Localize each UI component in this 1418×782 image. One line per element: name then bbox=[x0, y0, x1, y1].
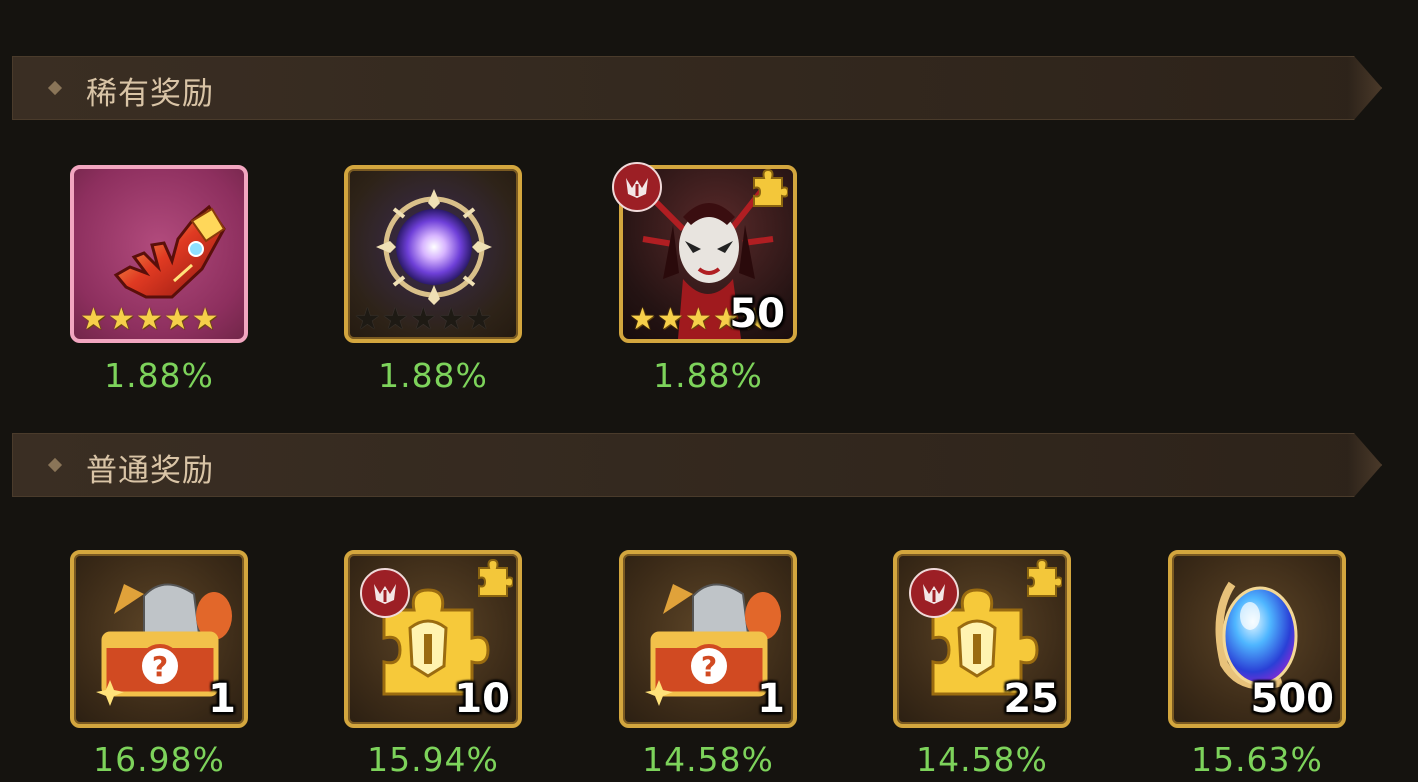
diamond-bullet-icon bbox=[48, 81, 62, 95]
item-count: 1 bbox=[757, 676, 785, 722]
section-title: 普通奖励 bbox=[86, 453, 214, 489]
common-rewards-header: 普通奖励 bbox=[12, 433, 1382, 497]
star-icon: ★ bbox=[191, 302, 219, 337]
reward-item-blue-gem[interactable]: 500 bbox=[1168, 550, 1346, 728]
demon-faction-icon bbox=[909, 568, 959, 618]
demon-faction-icon bbox=[612, 162, 662, 212]
probability-label: 14.58% bbox=[642, 740, 774, 779]
item-count: 25 bbox=[1003, 676, 1059, 722]
star-icon: ★ bbox=[135, 302, 163, 337]
star-icon: ★ bbox=[684, 302, 712, 337]
puzzle-piece-icon bbox=[748, 168, 788, 208]
demon-faction-icon bbox=[360, 568, 410, 618]
star-icon: ★ bbox=[629, 302, 656, 337]
probability-label: 15.63% bbox=[1191, 740, 1323, 779]
item-count: 500 bbox=[1250, 676, 1335, 722]
rare-rewards-header: 稀有奖励 bbox=[12, 56, 1382, 120]
probability-label: 15.94% bbox=[367, 740, 499, 779]
puzzle-piece-icon bbox=[1022, 558, 1062, 598]
item-count: 1 bbox=[208, 676, 236, 722]
probability-label: 1.88% bbox=[378, 356, 488, 395]
puzzle-piece-icon bbox=[473, 558, 513, 598]
section-title: 稀有奖励 bbox=[86, 76, 214, 112]
reward-item-equipment-chest[interactable]: ? 1 bbox=[70, 550, 248, 728]
probability-label: 16.98% bbox=[93, 740, 225, 779]
reward-item-purple-orb[interactable]: ★ ★ ★ ★ ★ bbox=[344, 165, 522, 343]
reward-item-flame-gauntlet[interactable]: ★ ★ ★ ★ ★ bbox=[70, 165, 248, 343]
item-count: 50 bbox=[729, 291, 785, 337]
star-rating: ★ ★ ★ ★ ★ bbox=[80, 305, 219, 335]
item-count: 10 bbox=[454, 676, 510, 722]
star-icon: ★ bbox=[656, 302, 684, 337]
probability-label: 14.58% bbox=[916, 740, 1048, 779]
svg-text:?: ? bbox=[701, 650, 717, 683]
diamond-bullet-icon bbox=[48, 458, 62, 472]
probability-label: 1.88% bbox=[104, 356, 214, 395]
empty-star-icon: ★ bbox=[437, 302, 465, 337]
reward-item-equipment-chest[interactable]: ? 1 bbox=[619, 550, 797, 728]
star-icon: ★ bbox=[163, 302, 191, 337]
empty-star-icon: ★ bbox=[354, 302, 381, 337]
empty-star-icon: ★ bbox=[381, 302, 409, 337]
empty-star-icon: ★ bbox=[409, 302, 437, 337]
empty-star-icon: ★ bbox=[465, 302, 493, 337]
star-icon: ★ bbox=[107, 302, 135, 337]
svg-text:?: ? bbox=[152, 650, 168, 683]
star-rating: ★ ★ ★ ★ ★ bbox=[354, 305, 493, 335]
star-icon: ★ bbox=[80, 302, 107, 337]
probability-label: 1.88% bbox=[653, 356, 763, 395]
